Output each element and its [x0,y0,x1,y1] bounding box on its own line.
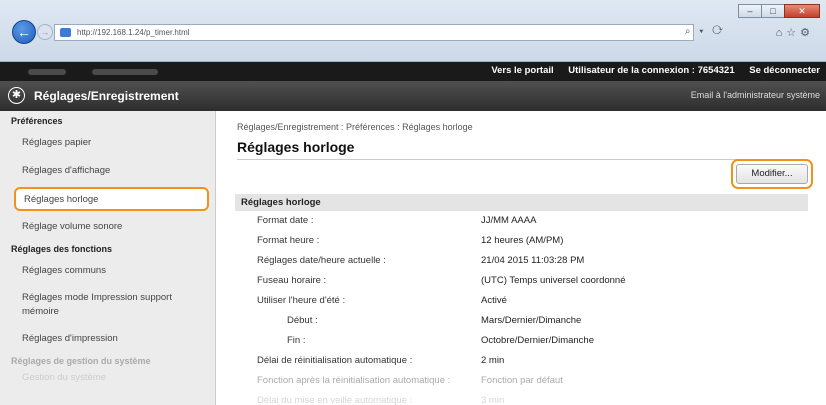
setting-row: Délai de réinitialisation automatique : … [235,351,808,371]
window-controls: – □ ✕ [738,4,820,18]
favicon-icon [60,28,71,37]
setting-row: Fin : Octobre/Dernier/Dimanche [235,331,808,351]
sidebar-section-preferences: Préférences [11,116,63,126]
setting-value: (UTC) Temps universel coordonné [481,275,626,286]
browser-chrome: – □ ✕ ← → http://192.168.1.24/p_timer.ht… [0,0,826,62]
setting-row: Délai du mise en veille automatique : 3 … [235,391,808,405]
home-star-gear-icons[interactable]: ⌂☆⚙ [776,26,814,39]
url-text: http://192.168.1.24/p_timer.html [77,28,190,37]
setting-row: Format heure : 12 heures (AM/PM) [235,231,808,251]
user-label: Utilisateur de la connexion : 7654321 [568,65,735,76]
logout-link[interactable]: Se déconnecter [749,65,820,76]
setting-value: Mars/Dernier/Dimanche [481,315,582,326]
setting-row: Fonction après la réinitialisation autom… [235,371,808,391]
sidebar-item-paper[interactable]: Réglages papier [0,129,215,157]
minimize-icon[interactable]: – [738,4,762,18]
portal-link[interactable]: Vers le portail [491,65,553,76]
main-content: Réglages/Enregistrement : Préférences : … [217,111,826,405]
setting-label: Délai de réinitialisation automatique : [257,355,413,366]
setting-value: 3 min [481,395,505,405]
setting-value: 21/04 2015 11:03:28 PM [481,255,585,266]
setting-label: Fonction après la réinitialisation autom… [257,375,451,386]
setting-value: Octobre/Dernier/Dimanche [481,335,594,346]
setting-label: Fin : [287,335,306,346]
sidebar-item-volume[interactable]: Réglage volume sonore [0,213,215,241]
setting-value: JJ/MM AAAA [481,215,537,226]
setting-label: Délai du mise en veille automatique : [257,395,413,405]
setting-row: Utiliser l'heure d'été : Activé [235,291,808,311]
title-divider [237,159,807,160]
address-bar[interactable]: http://192.168.1.24/p_timer.html [54,24,694,41]
sidebar: Préférences Réglages papier Réglages d'a… [0,111,216,405]
maximize-icon[interactable]: □ [761,4,785,18]
sidebar-item-display[interactable]: Réglages d'affichage [0,157,215,185]
setting-row: Fuseau horaire : (UTC) Temps universel c… [235,271,808,291]
sidebar-section-system: Réglages de gestion du système [11,356,151,366]
admin-email-link[interactable]: Email à l'administrateur système [691,90,820,100]
setting-row: Format date : JJ/MM AAAA [235,211,808,231]
close-icon[interactable]: ✕ [784,4,820,18]
setting-value: Activé [481,295,507,306]
modify-highlight: Modifier... [731,159,813,189]
setting-label: Début : [287,315,318,326]
sidebar-item-printing[interactable]: Réglages d'impression [0,325,215,353]
modify-button[interactable]: Modifier... [736,164,808,184]
sidebar-item-system-management[interactable]: Gestion du système [0,369,215,387]
setting-value: 12 heures (AM/PM) [481,235,564,246]
forward-button[interactable]: → [37,24,53,40]
settings-logo-icon: ✱ [8,87,25,104]
setting-label: Format date : [257,215,314,226]
setting-label: Format heure : [257,235,320,246]
top-bar: Vers le portail Utilisateur de la connex… [0,62,826,81]
sidebar-item-memory-print[interactable]: Réglages mode Impression support mémoire [0,285,215,325]
search-refresh-icons[interactable]: ⌕ ▾ ⟳ [685,26,726,37]
back-button[interactable]: ← [12,20,36,44]
app-header: ✱ Réglages/Enregistrement Email à l'admi… [0,81,826,111]
setting-value: 2 min [481,355,505,366]
app-title: Réglages/Enregistrement [34,89,179,103]
setting-label: Utiliser l'heure d'été : [257,295,346,306]
setting-label: Réglages date/heure actuelle : [257,255,386,266]
panel-title: Réglages horloge [235,194,808,211]
sidebar-item-clock[interactable]: Réglages horloge [14,187,209,211]
sidebar-item-common[interactable]: Réglages communs [0,257,215,285]
page-title: Réglages horloge [237,139,355,155]
blurred-text [92,69,158,75]
setting-label: Fuseau horaire : [257,275,327,286]
settings-list: Format date : JJ/MM AAAA Format heure : … [235,211,808,405]
setting-value: Fonction par défaut [481,375,563,386]
blurred-text [28,69,66,75]
breadcrumb: Réglages/Enregistrement : Préférences : … [237,122,473,132]
setting-row: Début : Mars/Dernier/Dimanche [235,311,808,331]
setting-row: Réglages date/heure actuelle : 21/04 201… [235,251,808,271]
sidebar-section-functions: Réglages des fonctions [11,244,113,254]
